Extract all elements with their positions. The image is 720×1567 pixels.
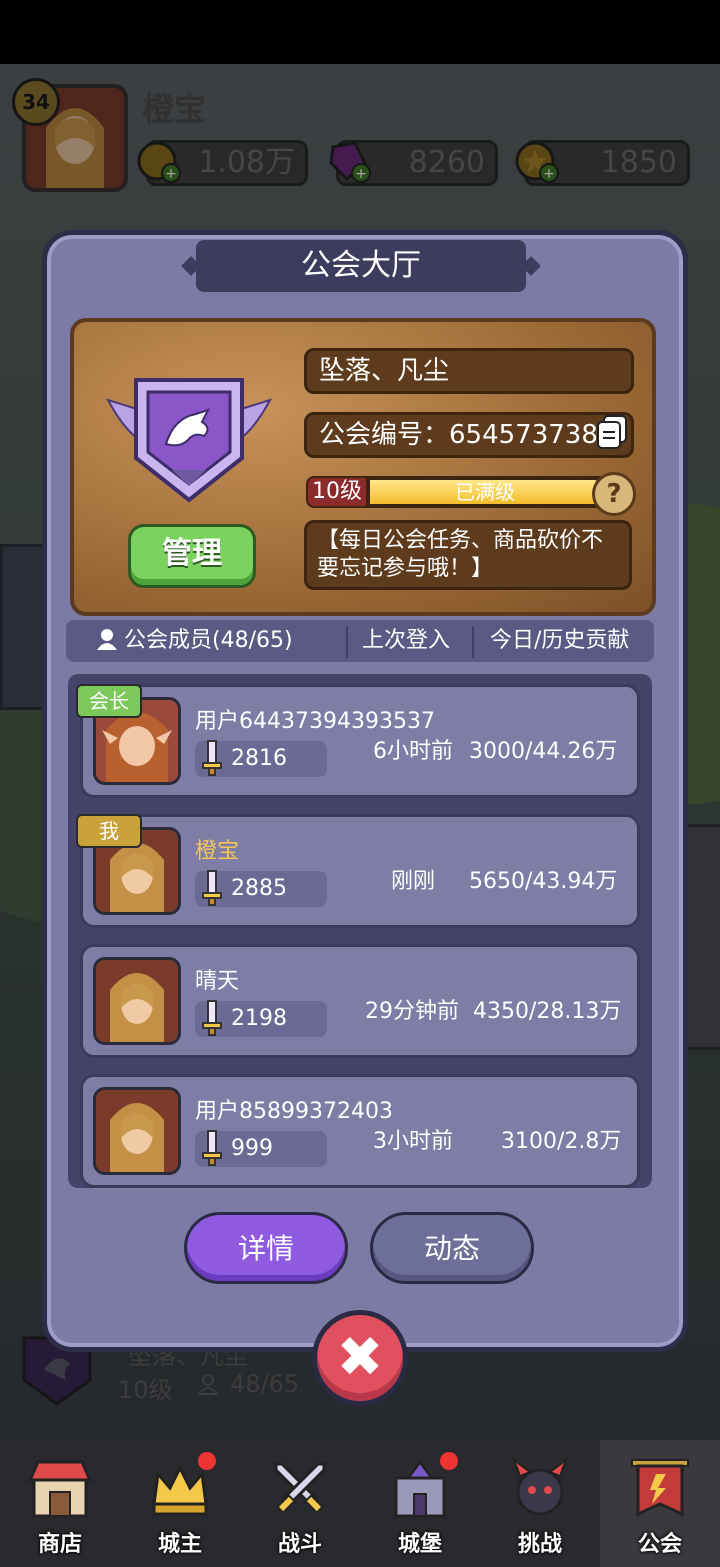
close-icon: ✖ [336, 1325, 384, 1390]
member-power: 2885 [195, 870, 327, 907]
nav-label: 城堡 [397, 1532, 442, 1557]
member-power-value: 2198 [231, 1006, 287, 1031]
nav-label: 公会 [637, 1532, 682, 1557]
member-power-value: 2816 [231, 746, 287, 771]
nav-castle[interactable]: 城堡 [360, 1440, 480, 1567]
nav-shop[interactable]: 商店 [0, 1440, 120, 1567]
member-avatar[interactable] [93, 957, 181, 1045]
me-tag: 我 [76, 814, 142, 848]
member-power-value: 999 [231, 1136, 273, 1161]
member-name: 晴天 [195, 969, 240, 994]
member-contribution: 5650/43.94万 [469, 869, 618, 894]
detail-button[interactable]: 详情 [184, 1212, 348, 1284]
member-list[interactable]: 用户64437394393537 2816 6小时前 3000/44.26万 橙… [68, 674, 652, 1188]
member-name: 用户64437394393537 [195, 709, 435, 734]
member-contribution: 4350/28.13万 [473, 999, 622, 1024]
notification-badge [198, 1452, 216, 1470]
close-button[interactable]: ✖ [312, 1310, 408, 1406]
nav-lord[interactable]: 城主 [120, 1440, 240, 1567]
member-row[interactable]: 用户85899372403 999 3小时前 3100/2.8万 [80, 1074, 640, 1188]
leader-tag: 会长 [76, 684, 142, 718]
swords-icon [274, 1462, 326, 1514]
member-power: 999 [195, 1130, 327, 1167]
member-avatar[interactable] [93, 1087, 181, 1175]
sword-icon [202, 1000, 222, 1036]
nav-battle[interactable]: 战斗 [240, 1440, 360, 1567]
member-last-login: 3小时前 [373, 1129, 453, 1154]
header-contribution[interactable]: 今日/历史贡献 [490, 620, 629, 662]
guild-level-tag: 10级 [308, 478, 366, 506]
member-power: 2816 [195, 740, 327, 777]
banner-icon [631, 1459, 689, 1517]
header-members: 公会成员(48/65) [124, 628, 293, 653]
status-bar [0, 0, 720, 64]
guild-name-field: 坠落、凡尘 [304, 348, 634, 394]
manage-button[interactable]: 管理 [128, 524, 256, 588]
nav-label: 城主 [157, 1532, 202, 1557]
header-divider [472, 626, 474, 658]
header-divider [346, 626, 348, 658]
member-last-login: 29分钟前 [365, 999, 459, 1024]
copy-icon[interactable] [596, 414, 628, 450]
sword-icon [202, 1130, 222, 1166]
member-contribution: 3100/2.8万 [501, 1129, 622, 1154]
nav-guild[interactable]: 公会 [600, 1440, 720, 1567]
guild-emblem-icon [105, 378, 273, 503]
guild-id-field: 公会编号：654573738 [304, 412, 634, 458]
sword-icon [202, 870, 222, 906]
shop-icon [27, 1460, 93, 1518]
member-last-login: 6小时前 [373, 739, 453, 764]
member-icon [96, 620, 118, 677]
member-power-value: 2885 [231, 876, 287, 901]
notification-badge [440, 1452, 458, 1470]
member-row[interactable]: 橙宝 2885 刚刚 5650/43.94万 [80, 814, 640, 928]
nav-label: 商店 [37, 1532, 82, 1557]
member-power: 2198 [195, 1000, 327, 1037]
modal-title: 公会大厅 [301, 248, 421, 283]
member-row[interactable]: 晴天 2198 29分钟前 4350/28.13万 [80, 944, 640, 1058]
member-row[interactable]: 用户64437394393537 2816 6小时前 3000/44.26万 [80, 684, 640, 798]
sword-icon [202, 740, 222, 776]
bottom-nav: 商店 城主 战斗 城堡 挑战 公会 [0, 1440, 720, 1567]
nav-label: 战斗 [277, 1532, 322, 1557]
activity-button[interactable]: 动态 [370, 1212, 534, 1284]
header-last-login[interactable]: 上次登入 [362, 620, 450, 662]
nav-challenge[interactable]: 挑战 [480, 1440, 600, 1567]
help-icon[interactable]: ? [592, 472, 636, 516]
member-contribution: 3000/44.26万 [469, 739, 618, 764]
member-list-header: 公会成员(48/65) 上次登入 今日/历史贡献 [66, 620, 654, 662]
member-last-login: 刚刚 [391, 869, 436, 894]
nav-label: 挑战 [517, 1532, 562, 1557]
guild-notice: 【每日公会任务、商品砍价不要忘记参与哦！】 [304, 520, 632, 590]
demon-icon [511, 1457, 569, 1516]
member-name: 用户85899372403 [195, 1099, 393, 1124]
guild-level-status: 已满级 [455, 480, 515, 504]
member-name: 橙宝 [195, 839, 240, 864]
